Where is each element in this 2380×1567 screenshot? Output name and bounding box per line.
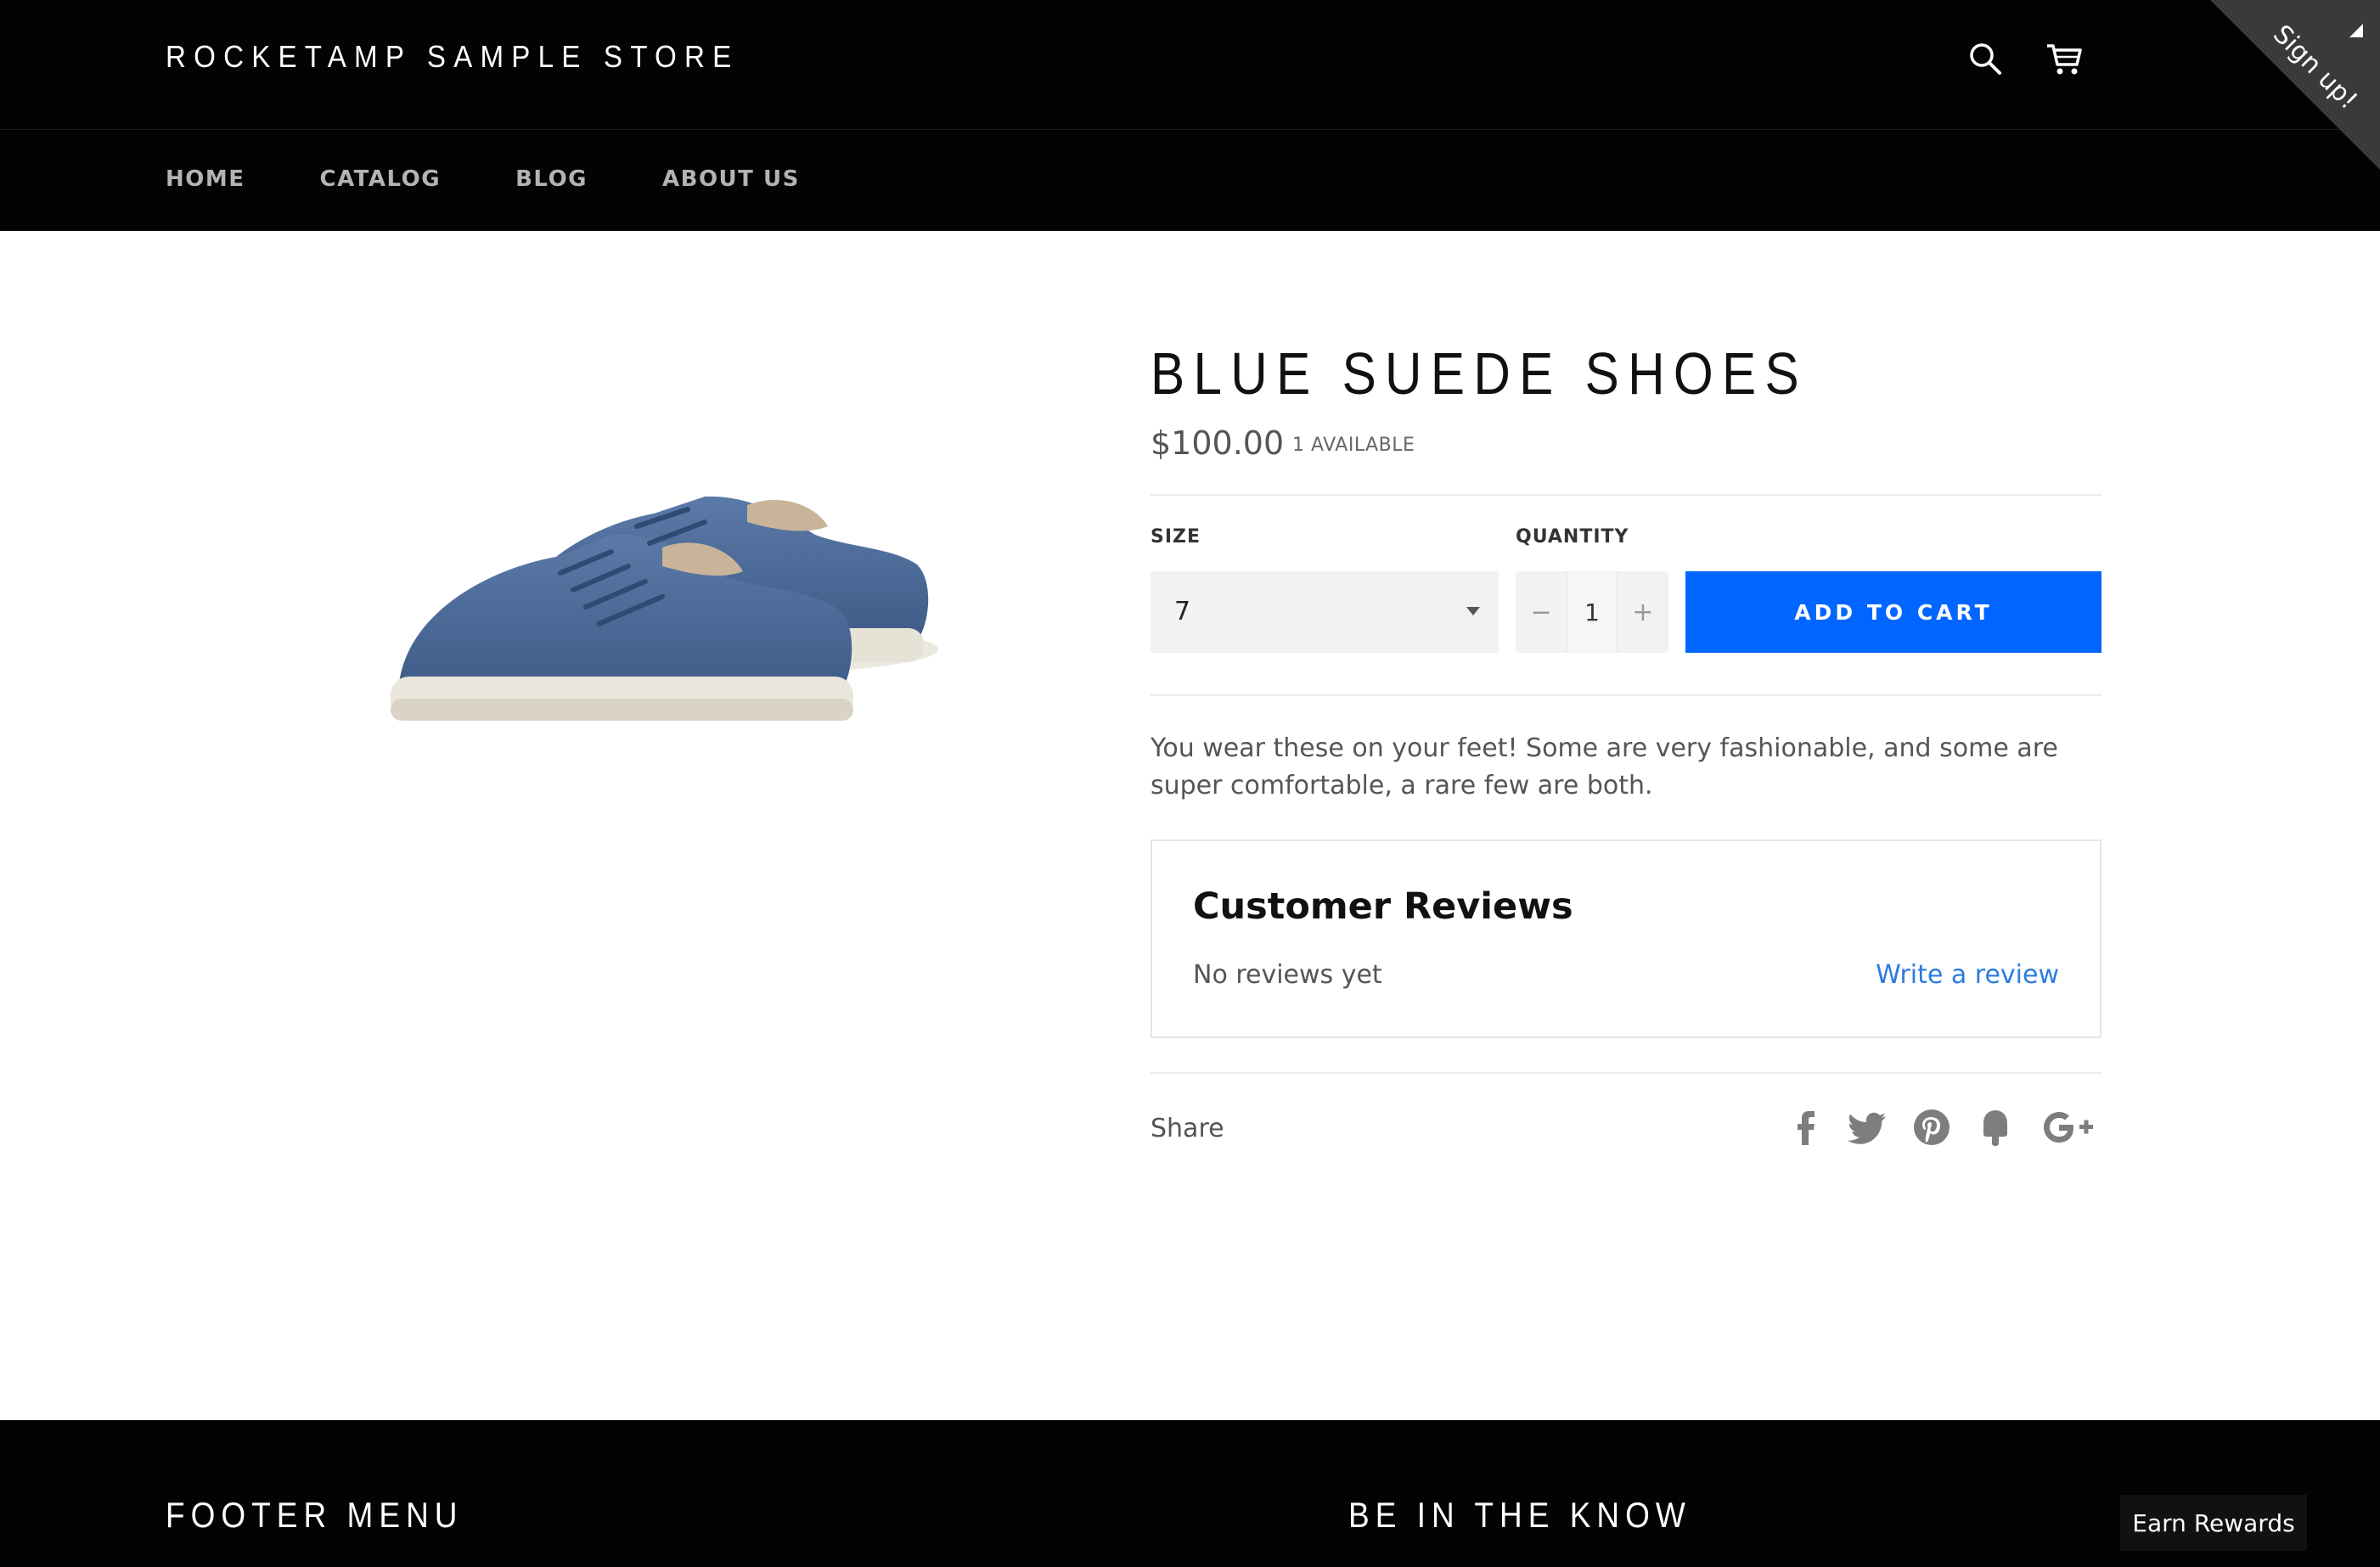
main-nav: HOME CATALOG BLOG ABOUT US [166, 166, 875, 192]
earn-rewards-button[interactable]: Earn Rewards [2120, 1495, 2307, 1551]
nav-about-us[interactable]: ABOUT US [662, 166, 800, 192]
nav-home[interactable]: HOME [166, 166, 245, 192]
product-price: $100.00 [1151, 424, 1285, 462]
share-label: Share [1151, 1114, 1224, 1143]
size-select[interactable]: 7 [1151, 571, 1499, 653]
divider [1151, 694, 2101, 696]
site-footer: FOOTER MENU BE IN THE KNOW [0, 1420, 2380, 1567]
site-header: ROCKETAMP SAMPLE STORE HOME CATALOG BLOG… [0, 0, 2380, 231]
google-plus-icon[interactable] [2042, 1106, 2095, 1149]
divider [1151, 1072, 2101, 1074]
signup-ribbon[interactable]: Sign up! [2210, 0, 2380, 170]
customer-reviews-panel: Customer Reviews No reviews yet Write a … [1151, 840, 2101, 1038]
availability-badge: 1 AVAILABLE [1292, 435, 1415, 456]
newsletter-heading: BE IN THE KNOW [1348, 1495, 1691, 1535]
header-divider [0, 129, 2380, 130]
nav-catalog[interactable]: CATALOG [320, 166, 442, 192]
caret-down-icon [1466, 607, 1480, 615]
twitter-icon[interactable] [1847, 1106, 1889, 1149]
size-selected-value: 7 [1174, 597, 1191, 626]
quantity-label: QUANTITY [1516, 526, 1629, 548]
signup-arrow-icon [2349, 24, 2363, 37]
fancy-icon[interactable] [1974, 1106, 2017, 1149]
add-to-cart-button[interactable]: ADD TO CART [1685, 571, 2101, 653]
quantity-increase-button[interactable]: + [1618, 571, 1668, 653]
size-label: SIZE [1151, 526, 1201, 548]
write-review-link[interactable]: Write a review [1876, 960, 2059, 990]
search-icon[interactable] [1966, 39, 2005, 78]
store-name[interactable]: ROCKETAMP SAMPLE STORE [166, 39, 739, 75]
nav-blog[interactable]: BLOG [515, 166, 588, 192]
product-image[interactable] [306, 344, 951, 785]
pinterest-icon[interactable] [1910, 1106, 1953, 1149]
quantity-input[interactable]: 1 [1567, 571, 1618, 653]
divider [1151, 494, 2101, 496]
facebook-icon[interactable] [1785, 1106, 1827, 1149]
cart-icon[interactable] [2045, 39, 2084, 78]
product-title: BLUE SUEDE SHOES [1151, 340, 1808, 407]
footer-menu-heading: FOOTER MENU [166, 1495, 464, 1535]
quantity-decrease-button[interactable]: − [1516, 571, 1567, 653]
product-description: You wear these on your feet! Some are ve… [1151, 733, 2058, 800]
reviews-title: Customer Reviews [1193, 885, 1573, 928]
reviews-empty-text: No reviews yet [1193, 960, 1382, 990]
quantity-stepper: − 1 + [1516, 571, 1668, 653]
